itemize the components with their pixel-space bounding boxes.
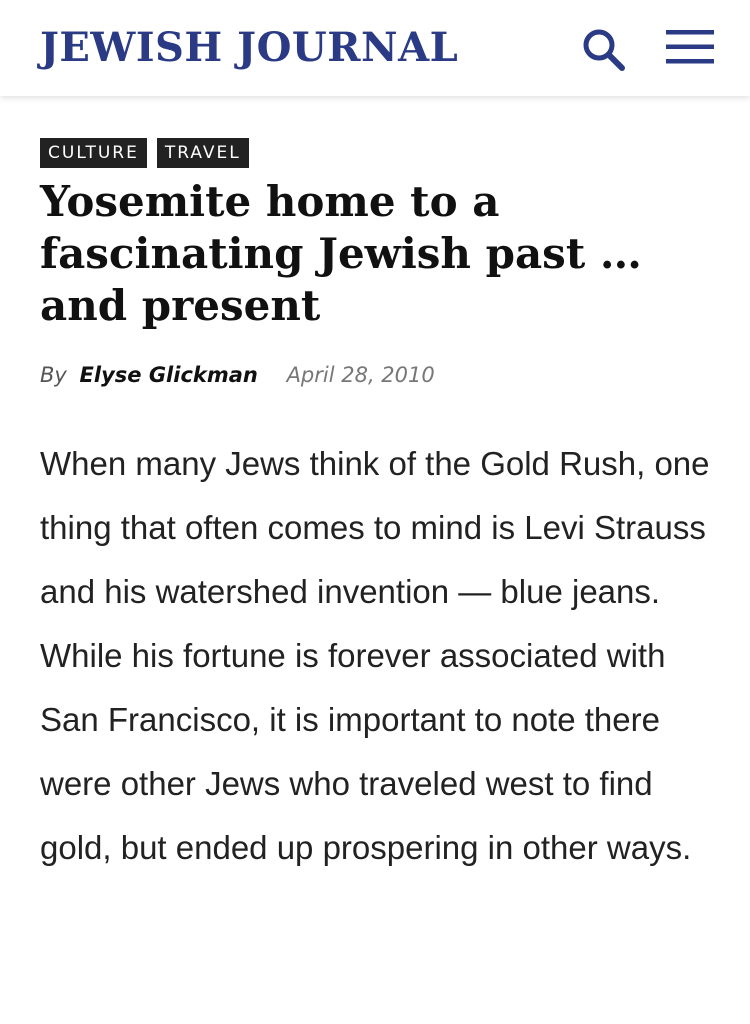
site-header: JEWISH JOURNAL (0, 0, 750, 96)
tag-culture[interactable]: CULTURE (40, 138, 147, 168)
search-button[interactable] (580, 26, 626, 72)
category-tags: CULTURE TRAVEL (40, 138, 249, 168)
hamburger-menu-icon (666, 30, 714, 64)
menu-button[interactable] (664, 26, 716, 68)
byline-prefix: By (40, 363, 67, 387)
site-logo[interactable]: JEWISH JOURNAL (40, 22, 458, 74)
byline: By Elyse Glickman April 28, 2010 (40, 360, 435, 390)
article-title: Yosemite home to a fascinating Jewish pa… (40, 177, 642, 330)
article-body: When many Jews think of the Gold Rush, o… (40, 445, 710, 866)
search-icon (583, 29, 625, 71)
author-link[interactable]: Elyse Glickman (80, 363, 258, 387)
tag-travel[interactable]: TRAVEL (156, 138, 249, 168)
publish-date: April 28, 2010 (286, 363, 435, 387)
